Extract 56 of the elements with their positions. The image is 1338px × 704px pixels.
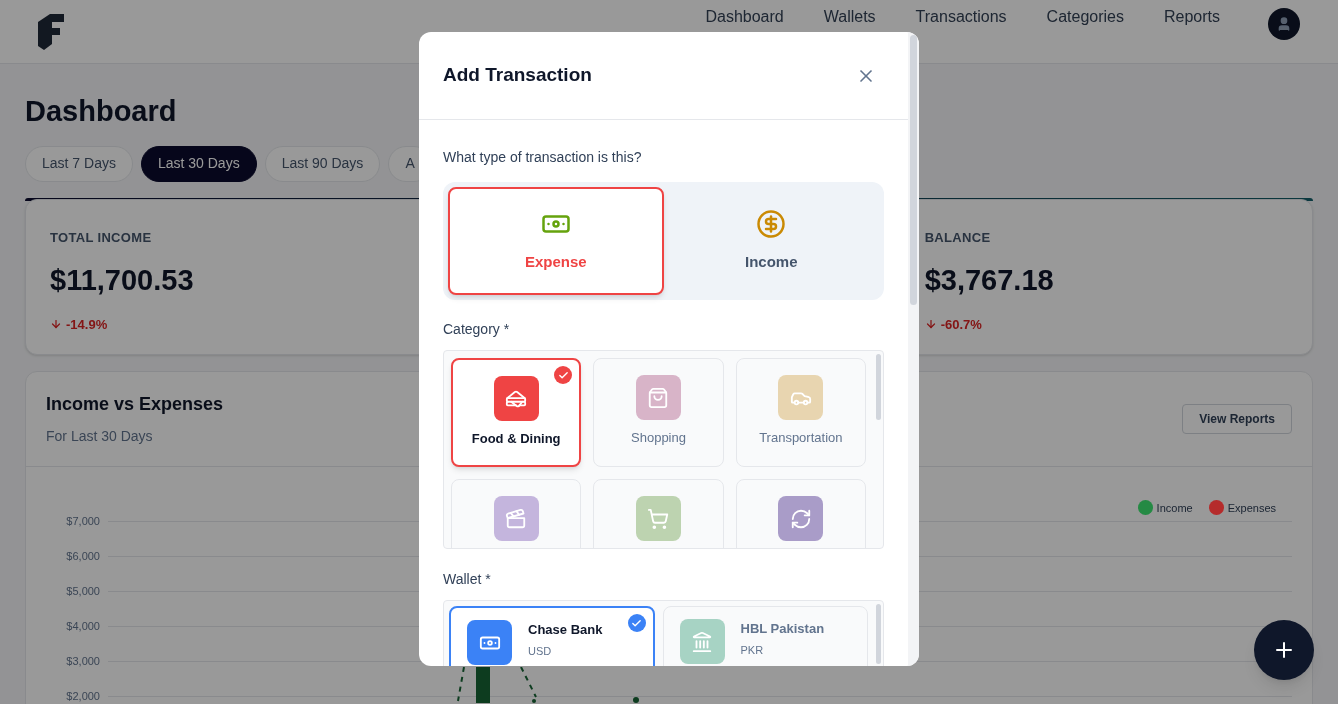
- clapperboard-icon: [505, 507, 528, 530]
- check-badge: [554, 366, 573, 384]
- axis-label: $2,000: [65, 689, 101, 704]
- axis-label: $7,000: [65, 514, 101, 530]
- range-tab[interactable]: Last 30 Days: [140, 145, 257, 182]
- chart-subtitle: For Last 30 Days: [46, 426, 154, 446]
- dollar-coin-icon: [756, 208, 787, 239]
- nav-link[interactable]: Wallets: [823, 5, 876, 29]
- scrollbar: [875, 354, 881, 420]
- axis-label: $4,000: [65, 619, 101, 635]
- wallet-name: HBL Pakistan: [740, 620, 825, 638]
- shopping-cart-icon: [647, 507, 670, 530]
- wallet-currency: USD: [528, 643, 552, 659]
- range-tab[interactable]: Last 7 Days: [25, 145, 133, 182]
- field-label: Category *: [443, 320, 511, 339]
- stat-value: $3,767.18: [924, 263, 1055, 298]
- legend-label: Expenses: [1227, 500, 1276, 516]
- modal-title: Add Transaction: [443, 63, 592, 88]
- axis-label: $6,000: [65, 549, 101, 565]
- arrow-down-icon: [50, 318, 62, 331]
- nav-link[interactable]: Dashboard: [705, 5, 784, 29]
- stat-label: TOTAL INCOME: [50, 228, 153, 247]
- shopping-bag-icon: [647, 386, 670, 409]
- stat-value: $11,700.53: [50, 263, 195, 298]
- wallet-currency: PKR: [740, 642, 764, 658]
- legend-label: Income: [1156, 500, 1193, 516]
- field-label: Wallet *: [443, 570, 492, 589]
- chart-title: Income vs Expenses: [46, 392, 224, 416]
- nav-link[interactable]: Transactions: [915, 5, 1007, 29]
- avatar[interactable]: [1268, 8, 1300, 40]
- stat-change: -14.9%: [66, 315, 108, 334]
- bank-icon: [691, 630, 713, 653]
- type-option[interactable]: Expense: [448, 187, 664, 295]
- scrollbar: [875, 604, 881, 664]
- view-reports-button[interactable]: View Reports: [1182, 403, 1292, 434]
- stat-label: BALANCE: [924, 228, 992, 247]
- field-label: What type of transaction is this?: [443, 148, 643, 167]
- wallet-name: Chase Bank: [528, 621, 603, 639]
- axis-label: $3,000: [65, 654, 101, 670]
- nav-link[interactable]: Categories: [1046, 5, 1124, 29]
- refresh-icon: [789, 507, 812, 530]
- stat-change: -60.7%: [940, 315, 982, 334]
- page-title: Dashboard: [25, 94, 178, 129]
- axis-label: $5,000: [65, 584, 101, 600]
- nav-link[interactable]: Reports: [1163, 5, 1220, 29]
- wallet-tile[interactable]: HBL Pakistan PKR: [662, 606, 868, 666]
- arrow-down-icon: [924, 318, 937, 331]
- range-tab[interactable]: Last 90 Days: [264, 145, 381, 182]
- type-option[interactable]: Income: [663, 187, 879, 295]
- category-tile[interactable]: Shopping: [593, 358, 724, 467]
- wallet-tile[interactable]: Chase Bank USD: [449, 606, 655, 666]
- category-tile[interactable]: Transportation: [735, 358, 866, 467]
- check-badge: [627, 614, 646, 632]
- logo-icon: [38, 13, 64, 50]
- category-tile[interactable]: Food & Dining: [451, 358, 582, 467]
- user-icon: [1276, 16, 1292, 32]
